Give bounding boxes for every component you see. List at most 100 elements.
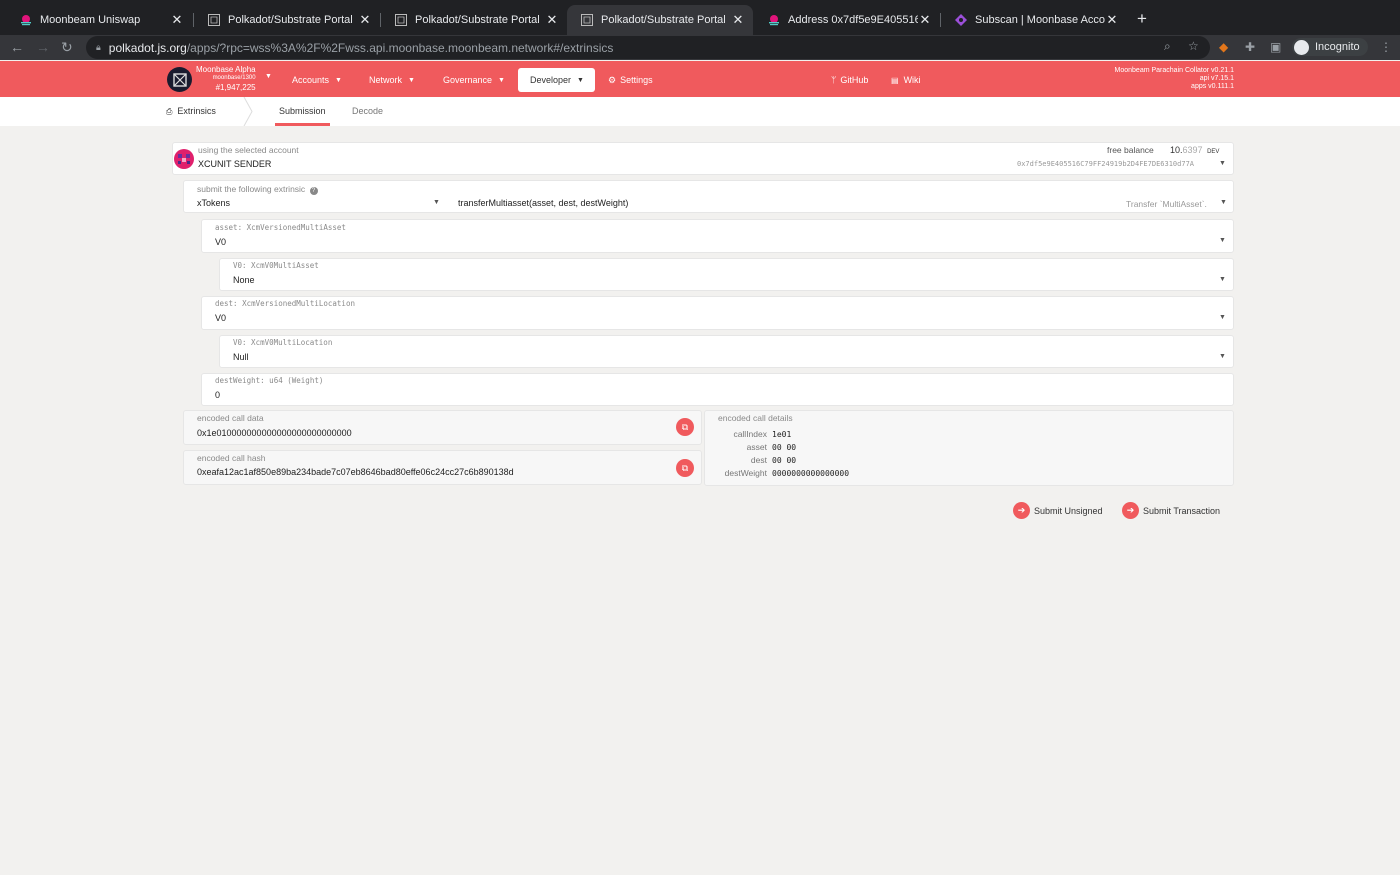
dest-weight-input[interactable]: destWeight: u64 (Weight) 0 xyxy=(201,373,1234,406)
submit-unsigned-button[interactable]: ➔ Submit Unsigned xyxy=(1013,502,1103,519)
book-icon: ▤ xyxy=(891,75,899,85)
reload-icon[interactable]: ↻ xyxy=(61,39,73,56)
tab-title: Polkadot/Substrate Portal xyxy=(601,14,726,26)
copy-icon[interactable]: ⧉ xyxy=(676,459,694,477)
git-branch-icon: ᛘ xyxy=(831,75,837,85)
detail-key: destWeight xyxy=(724,468,767,478)
menu-settings[interactable]: ⚙ Settings xyxy=(598,68,663,92)
side-panel-icon[interactable]: ▣ xyxy=(1270,40,1281,54)
menu-label: GitHub xyxy=(840,75,869,85)
help-icon[interactable]: ? xyxy=(309,187,318,195)
metamask-icon[interactable]: ◆ xyxy=(1219,40,1228,54)
asset-param-label: asset: XcmVersionedMultiAsset xyxy=(215,223,346,232)
extensions-icon[interactable]: ✚ xyxy=(1245,40,1255,54)
browser-tab[interactable]: Address 0x7df5e9E405516C79FF24919b2D4FE7… xyxy=(754,5,940,35)
back-icon[interactable]: ← xyxy=(10,39,24,55)
chevron-down-icon: ▼ xyxy=(498,76,505,84)
moonbeam-favicon-icon xyxy=(21,15,31,26)
forward-icon[interactable]: → xyxy=(36,39,50,55)
submit-transaction-button[interactable]: ➔ Submit Transaction xyxy=(1122,502,1220,519)
menu-governance[interactable]: Governance ▼ xyxy=(433,68,515,92)
browser-tab-active[interactable]: Polkadot/Substrate Portal ✕ xyxy=(567,5,753,35)
dest-param-label: dest: XcmVersionedMultiLocation xyxy=(215,299,355,308)
browser-menu-icon[interactable]: ⋮ xyxy=(1380,40,1392,54)
sign-in-icon: ➔ xyxy=(1013,502,1030,519)
browser-tab[interactable]: Subscan | Moonbase Account Detail ✕ xyxy=(941,5,1127,35)
chevron-down-icon: ▼ xyxy=(335,76,342,84)
menu-network[interactable]: Network ▼ xyxy=(359,68,425,92)
asset-param-value: V0 xyxy=(215,237,227,247)
chevron-down-icon: ▼ xyxy=(1219,314,1226,321)
tab-decode[interactable]: Decode xyxy=(352,106,383,116)
detail-value: 00 00 xyxy=(772,443,797,452)
search-icon[interactable]: ⌕ xyxy=(1164,39,1171,54)
call-doc: Transfer `MultiAsset`. xyxy=(1126,199,1207,209)
menu-label: Governance xyxy=(443,75,493,85)
chain-logo-icon[interactable] xyxy=(167,67,192,92)
asset-param-select[interactable]: asset: XcmVersionedMultiAsset V0 ▼ xyxy=(201,219,1234,253)
detail-key: asset xyxy=(746,442,767,452)
close-tab-icon[interactable]: ✕ xyxy=(170,12,184,28)
section-label: Extrinsics xyxy=(177,106,216,116)
chevron-down-icon: ▼ xyxy=(1219,160,1226,167)
new-tab-icon[interactable]: + xyxy=(1137,9,1147,29)
detail-value: 1e01 xyxy=(772,430,792,439)
account-label: using the selected account xyxy=(198,145,299,155)
menu-wiki[interactable]: ▤ Wiki xyxy=(881,68,931,92)
url-host: polkadot.js.org xyxy=(108,40,187,55)
dest-param-select[interactable]: dest: XcmVersionedMultiLocation V0 ▼ xyxy=(201,296,1234,330)
close-tab-icon[interactable]: ✕ xyxy=(358,12,372,28)
incognito-label: Incognito xyxy=(1315,41,1360,53)
encoded-call-details: encoded call details callIndex asset des… xyxy=(704,410,1234,486)
pallet-dropdown[interactable]: xTokens ▼ xyxy=(185,195,445,212)
pallet-value: xTokens xyxy=(197,198,231,208)
bookmark-star-icon[interactable]: ☆ xyxy=(1188,39,1199,53)
lock-icon: 🔒︎ xyxy=(96,42,101,52)
account-address: 0x7df5e9E405516C79FF24919b2D4FE7DE6310d7… xyxy=(1017,160,1195,168)
account-selector[interactable]: using the selected account XCUNIT SENDER… xyxy=(172,142,1234,175)
subscan-favicon-icon xyxy=(955,14,967,26)
app-header: Moonbase Alpha moonbase/1300 #1,947,225 … xyxy=(0,61,1400,97)
details-label: encoded call details xyxy=(718,413,793,423)
browser-tab-bar: Moonbeam Uniswap ✕ Polkadot/Substrate Po… xyxy=(0,0,1400,35)
tab-submission[interactable]: Submission xyxy=(279,106,326,116)
browser-tab[interactable]: Polkadot/Substrate Portal ✕ xyxy=(194,5,380,35)
call-value: transferMultiasset(asset, dest, destWeig… xyxy=(458,198,629,208)
close-tab-icon[interactable]: ✕ xyxy=(1105,12,1119,28)
tab-title: Polkadot/Substrate Portal xyxy=(415,14,540,26)
section-title: ⎙ Extrinsics xyxy=(166,106,216,117)
encoded-call-hash: encoded call hash 0xeafa12ac1af850e89ba2… xyxy=(183,450,702,485)
encoded-data-label: encoded call data xyxy=(197,413,264,423)
polkadot-favicon-icon xyxy=(395,14,407,26)
url-path: /apps/?rpc=wss%3A%2F%2Fwss.api.moonbase.… xyxy=(186,40,614,55)
polkadot-favicon-icon xyxy=(208,14,220,26)
browser-tab[interactable]: Moonbeam Uniswap ✕ xyxy=(6,5,192,35)
chevron-down-icon: ▼ xyxy=(408,76,415,84)
sign-in-icon: ➔ xyxy=(1122,502,1139,519)
address-bar[interactable]: 🔒︎ polkadot.js.org /apps/?rpc=wss%3A%2F%… xyxy=(86,36,1210,59)
call-dropdown[interactable]: transferMultiasset(asset, dest, destWeig… xyxy=(446,195,1232,212)
dest-v0-label: V0: XcmV0MultiLocation xyxy=(233,338,333,347)
asset-v0-label: V0: XcmV0MultiAsset xyxy=(233,261,319,270)
incognito-badge[interactable]: Incognito xyxy=(1292,38,1368,56)
tab-title: Address 0x7df5e9E405516C79FF24919b2D4FE7… xyxy=(788,14,918,26)
chevron-down-icon: ▼ xyxy=(1219,353,1226,360)
close-tab-icon[interactable]: ✕ xyxy=(918,12,932,28)
dest-v0-param-select[interactable]: V0: XcmV0MultiLocation Null ▼ xyxy=(219,335,1234,368)
menu-accounts[interactable]: Accounts ▼ xyxy=(282,68,352,92)
chevron-down-icon[interactable]: ▼ xyxy=(265,73,272,80)
balance-value: 10.6397 DEV xyxy=(1170,145,1219,155)
menu-developer[interactable]: Developer ▼ xyxy=(518,68,595,92)
chain-selector[interactable]: Moonbase Alpha moonbase/1300 #1,947,225 xyxy=(196,65,256,92)
copy-icon[interactable]: ⧉ xyxy=(676,418,694,436)
details-keys: callIndex asset dest destWeight xyxy=(705,428,767,480)
asset-v0-param-select[interactable]: V0: XcmV0MultiAsset None ▼ xyxy=(219,258,1234,291)
close-tab-icon[interactable]: ✕ xyxy=(545,12,559,28)
extrinsic-label-text: submit the following extrinsic xyxy=(197,184,306,194)
menu-label: Wiki xyxy=(903,75,921,85)
browser-tab[interactable]: Polkadot/Substrate Portal ✕ xyxy=(381,5,567,35)
menu-github[interactable]: ᛘ GitHub xyxy=(821,68,878,92)
details-values: 1e01 00 00 00 00 0000000000000000 xyxy=(772,428,849,480)
close-tab-icon[interactable]: ✕ xyxy=(731,12,745,28)
menu-label: Accounts xyxy=(292,75,330,85)
